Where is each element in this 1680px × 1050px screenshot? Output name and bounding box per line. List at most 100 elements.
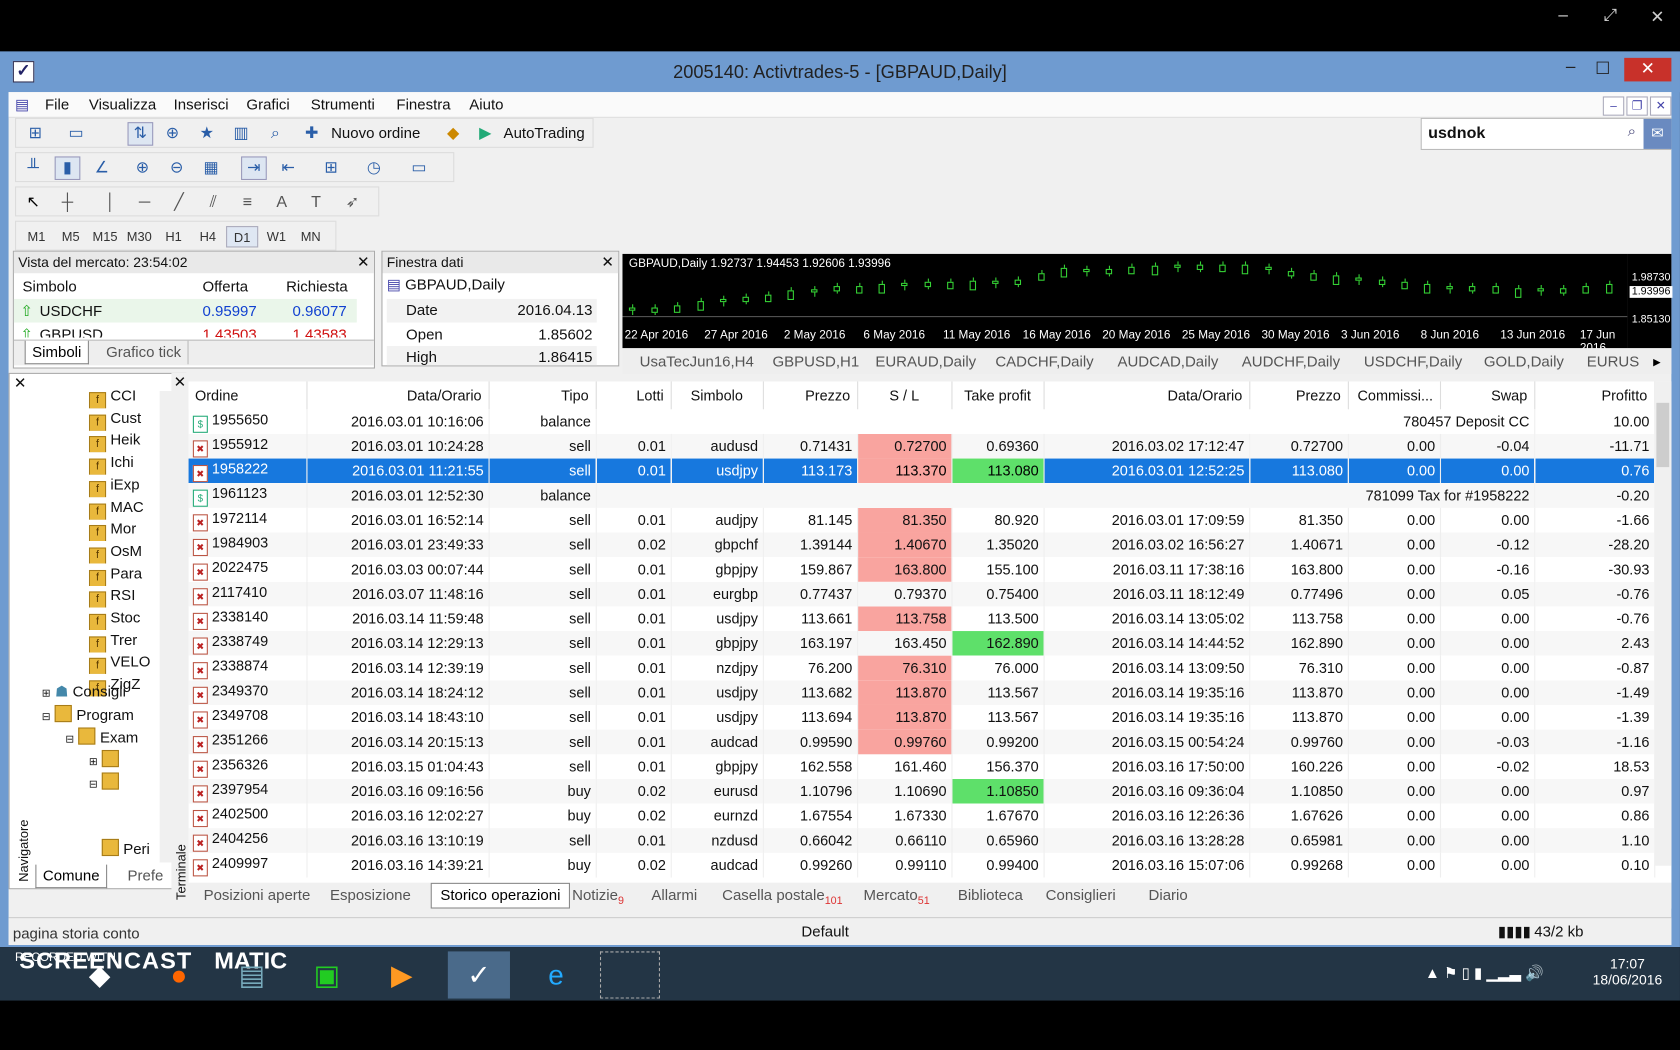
- table-row[interactable]: ✖ 2338874 2016.03.14 12:39:19 sell 0.01 nzdj…: [188, 655, 1655, 681]
- autotrading-button[interactable]: AutoTrading: [504, 124, 585, 141]
- col-ask[interactable]: Richiesta: [286, 277, 348, 294]
- horizontal-line-icon[interactable]: ─: [132, 191, 158, 215]
- tester-icon[interactable]: ⌕: [262, 122, 288, 146]
- bar-chart-icon[interactable]: ╨: [20, 156, 46, 180]
- price-chart[interactable]: GBPAUD,Daily 1.92737 1.94453 1.92606 1.9…: [622, 253, 1628, 355]
- minimize-icon[interactable]: –: [1547, 6, 1579, 25]
- table-row[interactable]: ✖ 2338140 2016.03.14 11:59:48 sell 0.01 usdj…: [188, 606, 1655, 632]
- dropbox-icon[interactable]: ◆: [69, 951, 131, 998]
- column-header[interactable]: Profitto: [1534, 381, 1655, 410]
- terminal-tab[interactable]: Diario: [1149, 886, 1188, 903]
- crosshair-icon[interactable]: ┼: [55, 191, 81, 215]
- table-row[interactable]: ✖ 2402500 2016.03.16 12:02:27 buy 0.02 eurnz…: [188, 803, 1655, 829]
- indicator-item[interactable]: f Ichi: [88, 453, 160, 475]
- terminal-tab[interactable]: Biblioteca: [958, 886, 1023, 903]
- table-row[interactable]: ✖ 2409997 2016.03.16 14:39:21 buy 0.02 audca…: [188, 852, 1655, 878]
- table-row[interactable]: ✖ 2351266 2016.03.14 20:15:13 sell 0.01 audc…: [188, 729, 1655, 755]
- terminal-icon[interactable]: ▥: [228, 122, 254, 146]
- search-icon[interactable]: ⌕: [1628, 122, 1636, 140]
- internet-explorer-icon[interactable]: e: [525, 951, 587, 998]
- tf-m15[interactable]: M15: [89, 226, 121, 247]
- column-header[interactable]: Data/Orario: [1043, 381, 1250, 410]
- chart-tab[interactable]: AUDCHF,Daily: [1242, 352, 1340, 369]
- indicator-item[interactable]: f Para: [88, 564, 160, 586]
- table-row[interactable]: ✖ 2397954 2016.03.16 09:16:56 buy 0.02 eurus…: [188, 778, 1655, 804]
- file-explorer-icon[interactable]: ▤: [221, 951, 283, 998]
- menu-file[interactable]: File: [45, 95, 69, 112]
- script-item[interactable]: Peri: [101, 838, 150, 860]
- column-header[interactable]: S / L: [857, 381, 952, 410]
- close-icon[interactable]: ✕: [14, 374, 27, 392]
- menu-view[interactable]: Visualizza: [89, 95, 156, 112]
- terminal-tab[interactable]: Mercato51: [864, 886, 930, 907]
- close-icon[interactable]: ✕: [1641, 6, 1673, 27]
- indicator-item[interactable]: f iExp: [88, 475, 160, 497]
- subfolder[interactable]: ⊟: [89, 772, 124, 793]
- zoom-in-icon[interactable]: ⊕: [130, 156, 156, 180]
- indicator-item[interactable]: f CCI: [88, 387, 160, 409]
- mdi-close-icon[interactable]: ✕: [1649, 96, 1672, 116]
- data-window-icon[interactable]: ⊕: [160, 122, 186, 146]
- chart-tab[interactable]: AUDCAD,Daily: [1117, 352, 1218, 369]
- market-row[interactable]: ⇧ USDCHF 0.95997 0.96077: [13, 298, 357, 323]
- tf-m1[interactable]: M1: [20, 226, 52, 247]
- autoscroll-icon[interactable]: ⇥: [241, 156, 267, 180]
- indicator-item[interactable]: f RSI: [88, 586, 160, 608]
- tile-windows-icon[interactable]: ▦: [198, 156, 224, 180]
- terminal-tab[interactable]: Casella postale101: [722, 886, 842, 907]
- text-label-icon[interactable]: T: [303, 191, 329, 215]
- chart-tab[interactable]: USDCHF,Daily: [1364, 352, 1462, 369]
- chart-tab[interactable]: EURUS: [1587, 352, 1640, 369]
- table-row[interactable]: ✖ 1955912 2016.03.01 10:24:28 sell 0.01 audu…: [188, 433, 1655, 459]
- tray-icons[interactable]: ▲ ⚑ ▯ ▮ ▁▂▃ 🔊: [1425, 964, 1544, 982]
- table-row[interactable]: ✖ 2349708 2016.03.14 18:43:10 sell 0.01 usdj…: [188, 704, 1655, 730]
- indicator-item[interactable]: f Trer: [88, 631, 160, 653]
- indicator-item[interactable]: f MAC: [88, 498, 160, 520]
- close-icon[interactable]: ✕: [601, 253, 614, 271]
- market-watch-icon[interactable]: ⇅: [127, 122, 154, 146]
- table-row[interactable]: ✖ 2356326 2016.03.15 01:04:43 sell 0.01 gbpj…: [188, 754, 1655, 779]
- chart-tab[interactable]: GBPUSD,H1: [772, 352, 859, 369]
- indicators-icon[interactable]: ⊞: [318, 156, 344, 180]
- metaeditor-icon[interactable]: ◆: [440, 122, 466, 146]
- column-header[interactable]: Simbolo: [670, 381, 764, 410]
- terminal-tab[interactable]: Storico operazioni: [430, 882, 571, 909]
- table-row[interactable]: $ 1961123 2016.03.01 12:52:30 balance 78109…: [188, 483, 1655, 508]
- firefox-icon[interactable]: ●: [148, 951, 210, 998]
- line-chart-icon[interactable]: ∠: [89, 156, 115, 180]
- table-row[interactable]: ✖ 1984903 2016.03.01 23:49:33 sell 0.02 gbpc…: [188, 532, 1655, 558]
- mdi-minimize-icon[interactable]: –: [1602, 96, 1625, 116]
- column-header[interactable]: Tipo: [488, 381, 597, 410]
- media-player-icon[interactable]: ▶: [371, 951, 433, 998]
- table-row[interactable]: ✖ 1958222 2016.03.01 11:21:55 sell 0.01 usdj…: [188, 458, 1655, 484]
- candlestick-icon[interactable]: ▮: [54, 156, 81, 180]
- terminal-tab[interactable]: Consiglieri: [1046, 886, 1116, 903]
- table-row[interactable]: ✖ 1972114 2016.03.01 16:52:14 sell 0.01 audj…: [188, 507, 1655, 533]
- window-close-button[interactable]: ✕: [1624, 57, 1672, 82]
- terminal-tab[interactable]: Notizie9: [572, 886, 624, 907]
- indicator-item[interactable]: f Cust: [88, 409, 160, 431]
- market-row[interactable]: ⇧ GBPUSD 1.43503 1.43583: [14, 322, 357, 338]
- chart-tab[interactable]: UsaTecJun16,H4: [640, 352, 754, 369]
- terminal-tab[interactable]: Allarmi: [651, 886, 697, 903]
- indicator-item[interactable]: f Mor: [88, 520, 160, 542]
- close-icon[interactable]: ✕: [174, 373, 187, 391]
- terminal-tab[interactable]: Esposizione: [330, 886, 411, 903]
- tab-symbols[interactable]: Simboli: [24, 340, 89, 365]
- close-icon[interactable]: ✕: [357, 253, 370, 271]
- indicator-item[interactable]: f Heik: [88, 431, 160, 453]
- new-chart-icon[interactable]: ⊞: [22, 122, 48, 146]
- tab-favorites[interactable]: Prefe: [121, 865, 170, 889]
- folder-examples[interactable]: ⊟ Exam: [65, 727, 138, 748]
- tf-m5[interactable]: M5: [55, 226, 87, 247]
- table-row[interactable]: ✖ 2117410 2016.03.07 11:48:16 sell 0.01 eurg…: [188, 581, 1655, 607]
- column-header[interactable]: Prezzo: [1249, 381, 1349, 410]
- menu-window[interactable]: Finestra: [396, 95, 450, 112]
- tab-common[interactable]: Comune: [35, 864, 108, 889]
- metatrader-icon[interactable]: ✓: [447, 951, 510, 999]
- chart-tab[interactable]: GOLD,Daily: [1484, 352, 1564, 369]
- table-row[interactable]: $ 1955650 2016.03.01 10:16:06 balance 78045…: [188, 409, 1655, 434]
- scroll-right-icon[interactable]: ▸: [1653, 352, 1661, 370]
- restore-icon[interactable]: ⤢: [1594, 6, 1626, 25]
- column-header[interactable]: Swap: [1439, 381, 1535, 410]
